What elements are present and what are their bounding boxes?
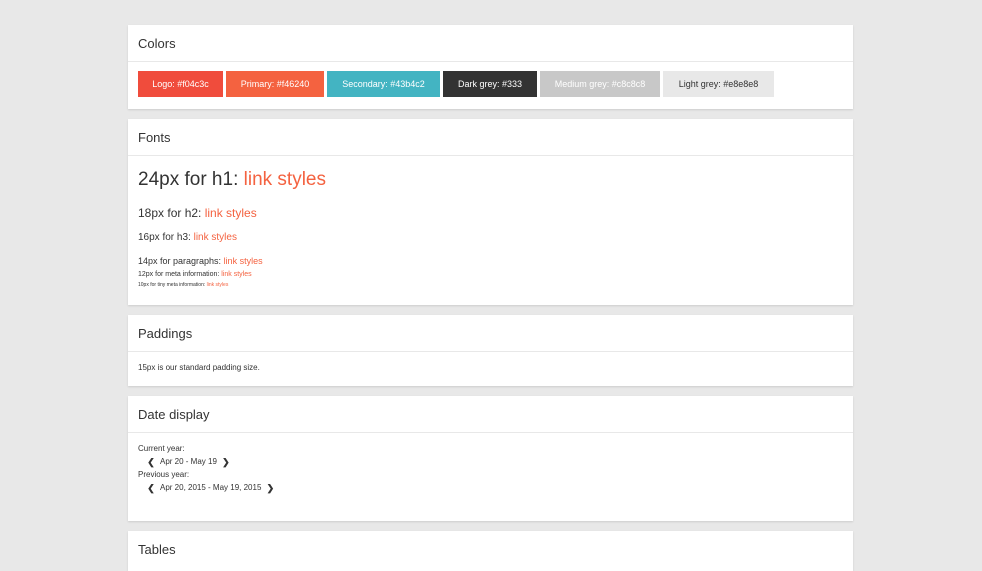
tables-card: Tables: [128, 531, 853, 571]
font-sample-tiny-meta-text: 10px for tiny meta information:: [138, 282, 207, 288]
tiny-meta-link[interactable]: link styles: [207, 282, 229, 288]
swatch-secondary: Secondary: #43b4c2: [327, 71, 440, 97]
h3-link[interactable]: link styles: [194, 232, 237, 243]
color-swatches: Logo: #f04c3c Primary: #f46240 Secondary…: [138, 62, 843, 97]
paddings-card: Paddings 15px is our standard padding si…: [128, 315, 853, 386]
current-year-range-row: ❮ Apr 20 - May 19 ❯: [146, 457, 843, 467]
tables-card-title: Tables: [138, 542, 176, 557]
chevron-right-icon[interactable]: ❯: [265, 483, 275, 493]
font-sample-meta-text: 12px for meta information:: [138, 271, 222, 278]
font-sample-paragraph-text: 14px for paragraphs:: [138, 256, 224, 266]
font-sample-h2-text: 18px for h2:: [138, 206, 205, 220]
paddings-card-title: Paddings: [128, 315, 853, 352]
colors-card: Colors Logo: #f04c3c Primary: #f46240 Se…: [128, 25, 853, 109]
paddings-text: 15px is our standard padding size.: [138, 363, 260, 372]
current-year-label: Current year:: [138, 444, 185, 453]
font-sample-h3: 16px for h3: link styles: [138, 232, 843, 244]
previous-year-label: Previous year:: [138, 470, 190, 479]
styleguide-page: Colors Logo: #f04c3c Primary: #f46240 Se…: [0, 0, 982, 571]
font-sample-meta: 12px for meta information: link styles: [138, 271, 843, 279]
meta-link[interactable]: link styles: [221, 271, 251, 278]
swatch-medium-grey: Medium grey: #c8c8c8: [540, 71, 660, 97]
previous-year-range-row: ❮ Apr 20, 2015 - May 19, 2015 ❯: [146, 483, 843, 493]
date-display-card: Date display Current year: ❮ Apr 20 - Ma…: [128, 396, 853, 521]
font-sample-h1: 24px for h1: link styles: [138, 168, 843, 192]
chevron-left-icon[interactable]: ❮: [146, 457, 156, 467]
swatch-primary: Primary: #f46240: [226, 71, 324, 97]
current-year-range: Apr 20 - May 19: [160, 457, 217, 466]
colors-card-title: Colors: [128, 25, 853, 62]
chevron-right-icon[interactable]: ❯: [221, 457, 231, 467]
date-display-card-title: Date display: [128, 396, 853, 433]
font-sample-h2: 18px for h2: link styles: [138, 206, 843, 220]
chevron-left-icon[interactable]: ❮: [146, 483, 156, 493]
h1-link[interactable]: link styles: [244, 169, 326, 190]
paragraph-link[interactable]: link styles: [224, 256, 263, 266]
previous-year-range: Apr 20, 2015 - May 19, 2015: [160, 483, 262, 492]
swatch-dark-grey: Dark grey: #333: [443, 71, 537, 97]
font-sample-tiny-meta: 10px for tiny meta information: link sty…: [138, 282, 843, 288]
font-sample-h3-text: 16px for h3:: [138, 232, 194, 243]
swatch-logo: Logo: #f04c3c: [138, 71, 223, 97]
font-sample-h1-text: 24px for h1:: [138, 169, 244, 190]
fonts-card: Fonts 24px for h1: link styles 18px for …: [128, 119, 853, 305]
h2-link[interactable]: link styles: [205, 206, 257, 220]
font-sample-paragraph: 14px for paragraphs: link styles: [138, 256, 843, 267]
fonts-card-title: Fonts: [128, 119, 853, 156]
swatch-light-grey: Light grey: #e8e8e8: [663, 71, 774, 97]
